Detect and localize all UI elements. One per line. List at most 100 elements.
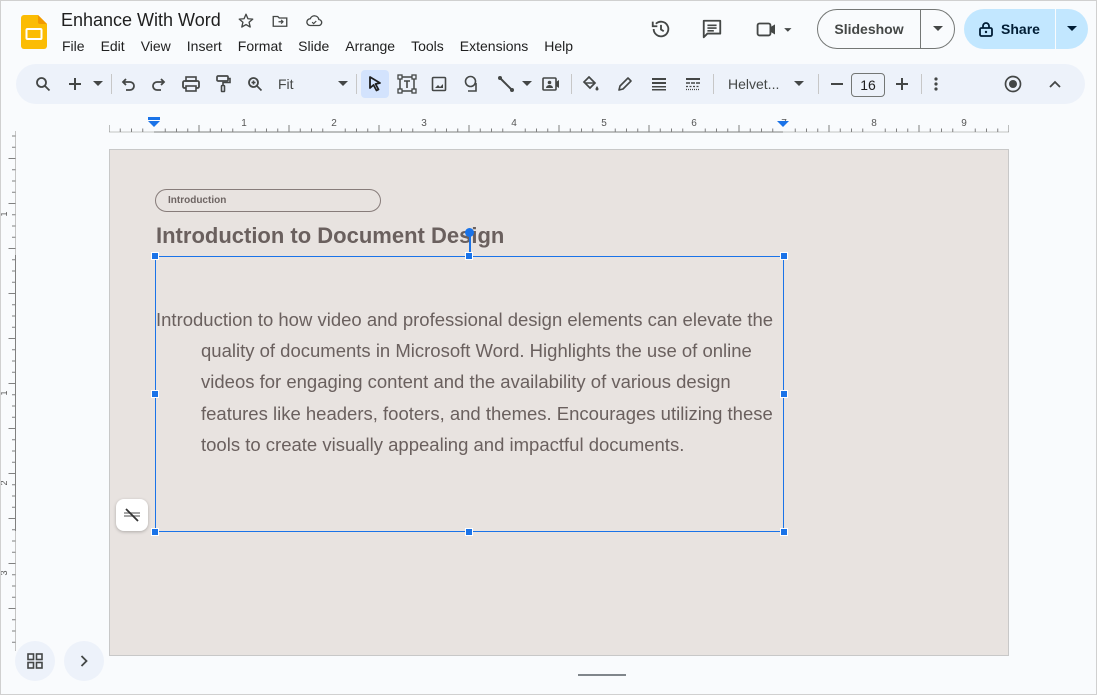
toolbar-divider (818, 74, 819, 94)
insert-video-icon[interactable] (537, 70, 565, 98)
insert-image-icon[interactable] (425, 70, 453, 98)
ruler-label: 1 (1, 211, 9, 216)
slideshow-button[interactable]: Slideshow (818, 10, 920, 48)
text-box-icon[interactable] (393, 70, 421, 98)
expand-filmstrip-button[interactable] (64, 641, 104, 681)
font-name: Helvet... (728, 76, 780, 92)
cloud-saved-icon[interactable] (304, 11, 324, 31)
chevron-down-icon (794, 81, 804, 86)
record-icon[interactable] (999, 70, 1027, 98)
menu-edit[interactable]: Edit (93, 36, 133, 56)
search-menus-icon[interactable] (29, 70, 57, 98)
lock-icon (979, 22, 993, 37)
ruler-label: 3 (1, 570, 9, 575)
font-size-input[interactable]: 16 (851, 73, 885, 97)
body-text[interactable]: Introduction to how video and profession… (156, 304, 783, 460)
border-color-icon[interactable] (611, 70, 639, 98)
meet-video-camera-icon[interactable] (753, 17, 797, 41)
decrease-font-size-icon[interactable] (823, 70, 851, 98)
resize-handle-top-left[interactable] (151, 252, 159, 260)
menu-format[interactable]: Format (230, 36, 290, 56)
left-indent-marker-icon[interactable] (148, 117, 160, 129)
new-slide-icon[interactable] (61, 70, 89, 98)
menu-file[interactable]: File (54, 36, 93, 56)
menu-help[interactable]: Help (536, 36, 581, 56)
toolbar-divider (356, 74, 357, 94)
line-icon[interactable] (492, 70, 520, 98)
ruler-label: 2 (1, 480, 9, 485)
slide-canvas[interactable]: Introduction Introduction to Document De… (109, 149, 1009, 656)
ruler-label: 9 (961, 118, 967, 129)
slides-logo-icon[interactable] (21, 15, 47, 49)
ruler-label: 3 (421, 118, 427, 129)
menu-extensions[interactable]: Extensions (452, 36, 536, 56)
menu-insert[interactable]: Insert (179, 36, 230, 56)
rotation-handle[interactable] (465, 228, 474, 237)
resize-handle-top-right[interactable] (780, 252, 788, 260)
toolbar-divider (571, 74, 572, 94)
share-button-group: Share (964, 9, 1088, 49)
line-dropdown-icon[interactable] (519, 70, 535, 98)
border-weight-icon[interactable] (645, 70, 673, 98)
resize-handle-bottom-left[interactable] (151, 528, 159, 536)
fill-color-icon[interactable] (577, 70, 605, 98)
share-dropdown-button[interactable] (1055, 9, 1088, 49)
resize-handle-right[interactable] (780, 390, 788, 398)
chevron-down-icon (932, 26, 943, 31)
menu-bar: File Edit View Insert Format Slide Arran… (54, 36, 581, 56)
ruler-label: 8 (871, 118, 877, 129)
chevron-down-icon (338, 81, 348, 86)
horizontal-ruler[interactable]: 123456789 (109, 113, 1009, 133)
vertical-ruler[interactable]: 1 1 2 3 (1, 131, 17, 651)
grid-icon (27, 653, 43, 669)
font-select[interactable]: Helvet... (724, 70, 808, 98)
text-fit-options-button[interactable] (116, 499, 148, 531)
slide-title[interactable]: Introduction to Document Design (156, 223, 504, 249)
border-dash-icon[interactable] (679, 70, 707, 98)
share-button[interactable]: Share (964, 9, 1055, 49)
zoom-value: Fit (278, 76, 294, 92)
slideshow-dropdown-button[interactable] (920, 10, 954, 48)
right-indent-marker-icon[interactable] (777, 121, 789, 129)
resize-handle-left[interactable] (151, 390, 159, 398)
ruler-label: 2 (331, 118, 337, 129)
paint-format-icon[interactable] (209, 70, 237, 98)
undo-icon[interactable] (114, 70, 142, 98)
resize-handle-bottom-right[interactable] (780, 528, 788, 536)
move-to-folder-icon[interactable] (270, 11, 290, 31)
menu-view[interactable]: View (133, 36, 179, 56)
toolbar: Fit Helvet... 16 (16, 64, 1085, 104)
ruler-label: 5 (601, 118, 607, 129)
zoom-icon[interactable] (241, 70, 269, 98)
selected-text-box[interactable]: Introduction to how video and profession… (155, 256, 784, 532)
resize-handle-bottom[interactable] (465, 528, 473, 536)
more-options-icon[interactable] (922, 70, 950, 98)
collapse-toolbar-icon[interactable] (1041, 70, 1069, 98)
select-tool-icon[interactable] (361, 70, 389, 98)
menu-slide[interactable]: Slide (290, 36, 337, 56)
section-tag[interactable]: Introduction (155, 189, 381, 212)
ruler-label: 1 (1, 390, 9, 395)
toolbar-divider (111, 74, 112, 94)
version-history-icon[interactable] (649, 17, 673, 41)
print-icon[interactable] (177, 70, 205, 98)
menu-tools[interactable]: Tools (403, 36, 452, 56)
new-slide-dropdown-icon[interactable] (90, 70, 106, 98)
grid-view-button[interactable] (15, 641, 55, 681)
increase-font-size-icon[interactable] (888, 70, 916, 98)
resize-handle-top[interactable] (465, 252, 473, 260)
toolbar-divider (713, 74, 714, 94)
comment-icon[interactable] (700, 17, 724, 41)
star-icon[interactable] (236, 11, 256, 31)
speaker-notes-resize-handle[interactable] (578, 674, 626, 676)
zoom-select[interactable]: Fit (274, 70, 352, 98)
redo-icon[interactable] (145, 70, 173, 98)
menu-arrange[interactable]: Arrange (337, 36, 403, 56)
chevron-down-icon (1067, 26, 1077, 31)
text-fit-icon (124, 508, 140, 522)
shape-icon[interactable] (459, 70, 487, 98)
ruler-label: 6 (691, 118, 697, 129)
share-label: Share (1001, 21, 1040, 37)
document-title[interactable]: Enhance With Word (61, 10, 221, 31)
chevron-right-icon (80, 655, 88, 667)
